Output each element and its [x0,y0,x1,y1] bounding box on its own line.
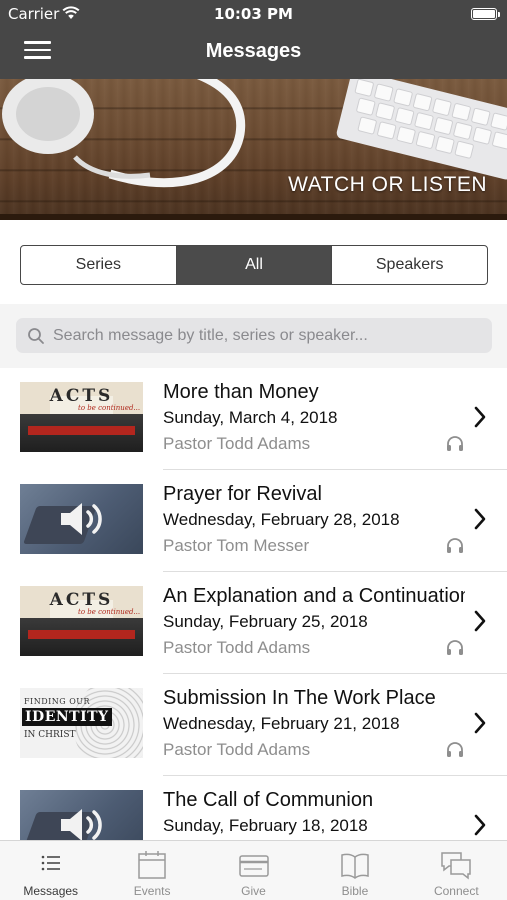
audio-message-thumbnail [20,484,143,554]
card-icon [238,855,269,877]
message-row-prayer-for-revival[interactable]: Prayer for Revival Wednesday, February 2… [0,470,507,572]
watch-or-listen-banner: WATCH OR LISTEN [0,79,507,220]
message-title: Prayer for Revival [163,483,322,505]
search-bar[interactable] [16,318,492,353]
chevron-right-icon [474,508,486,530]
chevron-right-icon [474,406,486,428]
message-row-submission[interactable]: FINDING OUR IDENTITY IN CHRIST Submissio… [0,674,507,776]
search-input[interactable] [53,326,473,345]
message-speaker: Pastor Todd Adams [163,638,311,657]
tab-connect[interactable]: Connect [406,841,507,900]
message-date: Sunday, February 18, 2018 [163,816,368,835]
message-speaker: Pastor Todd Adams [163,434,311,453]
clock: 10:03 PM [214,5,293,23]
message-title: An Explanation and a Continuation [163,585,465,607]
headphones-icon [447,436,463,451]
tab-events[interactable]: Events [101,841,202,900]
segment-speakers[interactable]: Speakers [331,246,487,284]
list-icon [41,855,60,871]
message-list: ACTS to be continued... More than Money … [0,368,507,840]
message-speaker: Pastor Tom Messer [163,536,310,555]
search-area [0,304,507,368]
battery-icon [471,8,500,20]
headphones-icon [447,742,463,757]
segment-all[interactable]: All [175,246,332,284]
message-date: Wednesday, February 21, 2018 [163,714,400,733]
message-date: Sunday, February 25, 2018 [163,612,368,631]
speaker-volume-icon [61,809,102,840]
chevron-right-icon [474,712,486,734]
acts-series-thumbnail: ACTS to be continued... [20,586,143,656]
segment-area: Series All Speakers [0,220,507,304]
chevron-right-icon [474,814,486,836]
calendar-icon [138,851,166,879]
navigation-bar: Carrier 10:03 PM Messages [0,0,507,79]
acts-series-thumbnail: ACTS to be continued... [20,382,143,452]
identity-series-thumbnail: FINDING OUR IDENTITY IN CHRIST [20,688,143,758]
page-title: Messages [205,40,302,62]
message-title: Submission In The Work Place [163,687,436,709]
chat-icon [441,852,472,880]
message-speaker: Pastor Todd Adams [163,740,311,759]
tab-messages[interactable]: Messages [0,841,101,900]
message-row-more-than-money[interactable]: ACTS to be continued... More than Money … [0,368,507,470]
message-date: Wednesday, February 28, 2018 [163,510,400,529]
banner-caption: WATCH OR LISTEN [288,173,487,196]
message-row-call-of-communion[interactable]: The Call of Communion Sunday, February 1… [0,776,507,840]
tab-bar: Messages Events Give Bible Connect [0,840,507,900]
headphones-icon [447,640,463,655]
segment-series[interactable]: Series [21,246,176,284]
headphones-keyboard-illustration [2,79,507,188]
message-row-an-explanation[interactable]: ACTS to be continued... An Explanation a… [0,572,507,674]
message-title: The Call of Communion [163,789,374,811]
tab-give[interactable]: Give [203,841,304,900]
message-title: More than Money [163,381,319,403]
headphones-icon [447,538,463,553]
tab-bible[interactable]: Bible [304,841,405,900]
chevron-right-icon [474,610,486,632]
status-bar: Carrier 10:03 PM [0,0,507,28]
speaker-volume-icon [61,503,102,535]
message-date: Sunday, March 4, 2018 [163,408,338,427]
message-filter-segmented-control: Series All Speakers [20,245,488,285]
search-icon [28,327,44,344]
audio-message-thumbnail [20,790,143,840]
book-icon [341,853,369,879]
